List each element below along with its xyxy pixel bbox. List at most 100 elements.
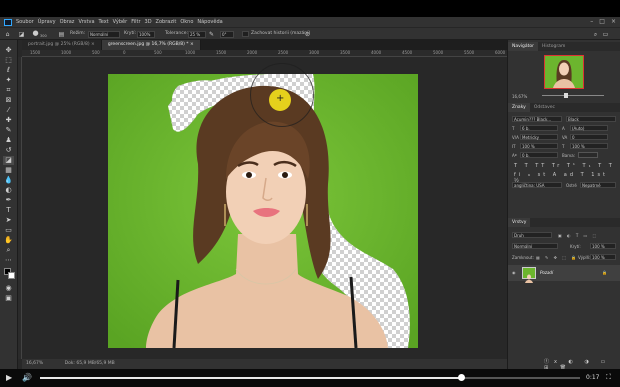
marquee-tool-icon[interactable]: ⬚ (3, 56, 14, 65)
eraser-tool-icon[interactable]: ◪ (18, 31, 25, 38)
home-icon[interactable]: ⌂ (4, 31, 11, 38)
gradient-tool-icon[interactable]: ▦ (3, 166, 14, 175)
tolerance-input[interactable]: 25 % (188, 31, 206, 38)
opacity-input[interactable]: 100% (137, 31, 155, 38)
eyedropper-tool-icon[interactable]: ⁄ (3, 106, 14, 115)
menu-image[interactable]: Obraz (60, 19, 75, 25)
layer-name[interactable]: Pozadí (540, 270, 553, 275)
vscale-input[interactable]: 100 % (520, 143, 558, 149)
status-zoom[interactable]: 16,67% (26, 361, 43, 366)
menu-type[interactable]: Text (99, 19, 109, 25)
baseline-input[interactable]: 0 b. (520, 152, 558, 158)
navigator-zoom-slider[interactable] (542, 95, 604, 96)
opacity-label: Krytí: (124, 31, 136, 36)
brush-tool-icon[interactable]: ✎ (3, 126, 14, 135)
path-select-tool-icon[interactable]: ➤ (3, 216, 14, 225)
search-icon[interactable]: ⌕ (592, 31, 599, 38)
video-progress-handle[interactable] (457, 374, 465, 381)
navigator-thumbnail[interactable] (544, 55, 584, 89)
menu-3d[interactable]: 3D (145, 19, 152, 25)
tab-paragraph[interactable]: Odstavec (530, 103, 559, 112)
kerning-input[interactable]: Metricky (520, 134, 558, 140)
visibility-eye-icon[interactable]: ◉ (512, 270, 516, 275)
history-brush-icon[interactable]: ↺ (3, 146, 14, 155)
leading-input[interactable]: (Auto) (570, 125, 608, 131)
tolerance-label: Tolerance: (165, 31, 188, 36)
shape-tool-icon[interactable]: ▭ (3, 226, 14, 235)
close-icon[interactable]: × (611, 18, 616, 25)
volume-icon[interactable]: 🔊 (22, 373, 32, 382)
menu-filter[interactable]: Filtr (131, 19, 140, 25)
tab-greenscreen[interactable]: greenscreen.jpg @ 16,7% (RGB/8) * × (101, 40, 201, 50)
menu-window[interactable]: Okno (180, 19, 193, 25)
layer-opacity-input[interactable]: 100 % (590, 243, 616, 249)
tab-portrait[interactable]: portrait.jpg @ 25% (RGB/8) × (22, 40, 102, 50)
minimize-icon[interactable]: – (590, 18, 593, 25)
tab-layers[interactable]: Vrstvy (508, 218, 531, 227)
menu-select[interactable]: Výběr (113, 19, 128, 25)
airbrush-icon[interactable]: ✎ (208, 31, 215, 38)
font-style-select[interactable]: Black (566, 116, 616, 122)
ruler-label: 1500 (216, 50, 227, 55)
background-color-swatch[interactable] (8, 272, 15, 279)
menu-view[interactable]: Zobrazit (156, 19, 177, 25)
layer-filter-icons[interactable]: ▣ ◐ T ▭ ⬚ (558, 233, 598, 238)
tracking-input[interactable]: 0 (570, 134, 608, 140)
tab-histogram[interactable]: Histogram (538, 42, 569, 51)
font-family-select[interactable]: Acumin??? Black... (512, 116, 562, 122)
aa-select[interactable]: Nepatrné (580, 182, 616, 188)
layer-filter-select[interactable]: Druh (512, 232, 552, 238)
maximize-icon[interactable]: □ (599, 18, 605, 25)
lock-icons[interactable]: ▦ ✎ ✥ ⬚ 🔒 (536, 255, 578, 260)
more-tools-icon[interactable]: ⋯ (3, 256, 14, 265)
fullscreen-icon[interactable]: ⛶ (606, 373, 611, 382)
pressure-icon[interactable]: ⊘ (304, 31, 311, 38)
menu-help[interactable]: Nápověda (197, 19, 222, 25)
layers-footer-buttons[interactable]: ⓕx ◐ ◑ ▭ ⊞ 🗑 (544, 358, 620, 369)
stamp-tool-icon[interactable]: ♟ (3, 136, 14, 145)
dodge-tool-icon[interactable]: ◐ (3, 186, 14, 195)
erase-history-checkbox[interactable] (242, 31, 249, 37)
workspace-icon[interactable]: ▭ (602, 31, 609, 38)
navigator-zoom-value[interactable]: 16,67% (512, 94, 527, 99)
layer-thumbnail (522, 267, 536, 283)
healing-tool-icon[interactable]: ✚ (3, 116, 14, 125)
language-select[interactable]: angličtina: USA (512, 182, 562, 188)
quick-select-tool-icon[interactable]: ✦ (3, 76, 14, 85)
navigator-zoom-handle[interactable] (564, 93, 568, 98)
zoom-tool-icon[interactable]: ⌕ (3, 246, 14, 255)
eraser-tool-icon[interactable]: ◪ (3, 156, 14, 165)
tab-character[interactable]: Znaky (508, 103, 530, 112)
hscale-input[interactable]: 100 % (570, 143, 608, 149)
canvas-area[interactable]: + (22, 57, 507, 359)
toggle-brush-panel-icon[interactable]: ▤ (58, 31, 65, 38)
vscale-icon: IT (512, 144, 516, 149)
pen-tool-icon[interactable]: ✒ (3, 196, 14, 205)
lasso-tool-icon[interactable]: ℓ (3, 66, 14, 75)
text-color-swatch[interactable] (578, 152, 598, 158)
ruler-label: 4500 (402, 50, 413, 55)
play-button-icon[interactable]: ▶ (6, 373, 12, 382)
text-style-buttons[interactable]: T T TT Tr T¹ T₁ T T (514, 163, 615, 169)
move-tool-icon[interactable]: ✥ (3, 46, 14, 55)
menu-file[interactable]: Soubor (16, 19, 34, 25)
frame-tool-icon[interactable]: ⊠ (3, 96, 14, 105)
angle-input[interactable]: 0° (220, 31, 234, 38)
brush-preset-icon[interactable]: ● (32, 30, 39, 37)
quick-mask-icon[interactable]: ◉ (3, 284, 14, 293)
menu-edit[interactable]: Úpravy (38, 19, 56, 25)
crop-tool-icon[interactable]: ⌗ (3, 86, 14, 95)
hand-tool-icon[interactable]: ✋ (3, 236, 14, 245)
type-tool-icon[interactable]: T (3, 206, 14, 215)
fill-input[interactable]: 100 % (590, 254, 616, 260)
font-size-input[interactable]: 6 b. (520, 125, 558, 131)
layer-row[interactable]: ◉ Pozadí 🔒 (508, 265, 620, 283)
mode-select[interactable]: Normální (88, 31, 120, 38)
tab-label: portrait.jpg @ 25% (RGB/8) (28, 42, 90, 47)
menu-layer[interactable]: Vrstva (78, 19, 94, 25)
screen-mode-icon[interactable]: ▣ (3, 294, 14, 303)
layer-blend-mode-select[interactable]: Normální (512, 243, 558, 249)
tab-navigator[interactable]: Navigátor (508, 42, 539, 51)
blur-tool-icon[interactable]: 💧 (3, 176, 14, 185)
photoshop-window: Soubor Úpravy Obraz Vrstva Text Výběr Fi… (0, 17, 620, 369)
